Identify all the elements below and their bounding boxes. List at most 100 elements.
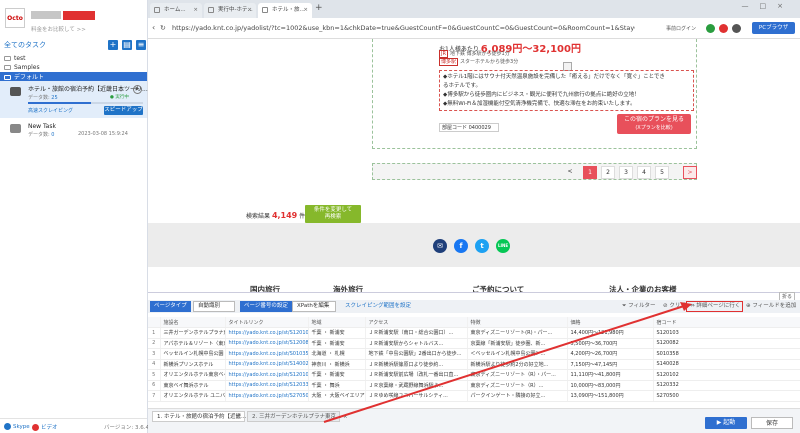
facebook-icon[interactable]: f [454, 239, 468, 253]
folder-default[interactable]: デフォルト [0, 72, 147, 81]
bottom-tab-2[interactable]: 2. 三井ガーデンホテルプラナ東京... × [247, 411, 348, 422]
run-button[interactable]: ▶ 起動 [705, 417, 747, 429]
tab-running[interactable]: 実行中-ホテ... × [204, 3, 256, 18]
table-row[interactable]: 2アパホテル＆リゾート〈東京ベイ潮...https://yado.knt.co.… [148, 338, 800, 349]
tab-hotel[interactable]: ホテル・旅... × [258, 3, 312, 18]
page-2[interactable]: 2 [601, 166, 615, 179]
line-icon[interactable]: LINE [496, 239, 510, 253]
page-3[interactable]: 3 [619, 166, 633, 179]
add-task-icon[interactable]: + [108, 40, 118, 50]
url-input[interactable]: https://yado.knt.co.jp/yadolist/?tc=1002… [172, 22, 635, 35]
table-row[interactable]: 1三井ガーデンホテルプラナ東京ベイhttps://yado.knt.co.jp/… [148, 327, 800, 339]
table-cell: https://yado.knt.co.jp/st/S120332/?Gue..… [225, 380, 309, 391]
social-band [148, 223, 800, 267]
task-data-count: データ数: 25 [28, 95, 58, 101]
change-conditions-button[interactable]: 条件を変更して 再検索 [305, 205, 361, 223]
table-row[interactable]: 5 オリエンタルホテル東京ベイ https://yado.knt.co.jp/st/… [148, 369, 800, 381]
table-cell: 11,110円〜41,800円 [567, 369, 654, 381]
table-cell: 大阪 ・ 大阪ベイエリア [308, 390, 366, 402]
column-header[interactable]: アクセス [365, 317, 468, 328]
close-icon: × [343, 414, 348, 420]
tab-home[interactable]: ホーム... × [150, 3, 202, 18]
filter-button[interactable]: ⏷ フィルター [622, 301, 656, 312]
table-cell: https://yado.knt.co.jp/st/S120103/?Gue..… [225, 327, 309, 339]
all-tasks-label[interactable]: 全てのタスク [4, 40, 46, 50]
table-cell: 地下鉄「中島公園駅」2番出口から徒歩... [365, 348, 468, 360]
nav-domestic[interactable]: 国内旅行 [250, 284, 280, 292]
page-5[interactable]: 5 [655, 166, 669, 179]
sidebar-footer: Skype ビデオ バージョン: 3.6.4 [0, 418, 149, 433]
skype-link[interactable]: Skype [4, 423, 30, 430]
video-link[interactable]: ビデオ [32, 423, 58, 431]
sort-icon[interactable]: ≡ [136, 40, 146, 50]
prev-page[interactable]: < [563, 166, 577, 179]
column-header[interactable]: タイトルリンク [225, 317, 309, 328]
column-header[interactable]: 地域 [308, 317, 366, 328]
page-icon [262, 7, 268, 13]
task-item-hotel[interactable]: ホテル・旅館の宿泊予約【近畿日本ツーリ... ▶ データ数: 25 ● 実行中 … [0, 81, 148, 118]
upgrade-link[interactable]: 料金をお比較して >> [31, 25, 86, 33]
save-button[interactable]: 保存 [751, 417, 793, 429]
nav-corporate[interactable]: 法人・企業のお客様 [609, 284, 677, 292]
xpath-select[interactable]: XPathを編集 [292, 301, 336, 312]
table-row[interactable]: 4 新横浜プリンスホテル https://yado.knt.co.jp/st/S14… [148, 359, 800, 370]
address-bar: ‹ ↻ https://yado.knt.co.jp/yadolist/?tc=… [148, 18, 800, 39]
column-header[interactable]: 宿コード [653, 317, 800, 328]
pager-settings-button[interactable]: ページ番号の設定 [240, 301, 292, 312]
table-cell: 千葉 ・ 新浦安 [308, 369, 366, 381]
new-folder-icon[interactable]: ▤ [122, 40, 132, 50]
data-preview-panel: 折る ページタイプ 自動識別 ページ番号の設定 XPathを編集 スクレイピング… [148, 292, 800, 408]
page-1[interactable]: 1 [583, 166, 597, 179]
page-icon [154, 7, 160, 13]
page-4[interactable]: 4 [637, 166, 651, 179]
clear-button[interactable]: ⊘ クリア [663, 301, 686, 312]
mail-icon[interactable]: ✉ [433, 239, 447, 253]
table-row[interactable]: 7オリエンタルホテル ユニバーサル・...https://yado.knt.co… [148, 390, 800, 402]
web-page: お1人様あたり 6,089円〜32,100円 JR 地下鉄 博多駅から徒歩1分 博… [148, 39, 800, 292]
column-header[interactable] [148, 317, 161, 328]
nav-reservation[interactable]: ご予約について [472, 284, 524, 292]
next-page[interactable]: > [683, 166, 697, 179]
folder-test[interactable]: test [4, 55, 26, 64]
column-header[interactable]: 価格 [567, 317, 654, 328]
close-icon: × [303, 7, 308, 13]
table-cell: ＜ベッセルイン札幌中島公園＞... [467, 348, 568, 360]
add-field-button[interactable]: ⊕ フィールドを追加 [746, 301, 796, 312]
table-cell: ＪＲゆめ咲線ユニバーサルシティ... [365, 390, 468, 402]
table-cell: ＪＲ新横浜駅篠原口より徒歩約... [365, 359, 468, 370]
back-icon[interactable]: ‹ [152, 23, 155, 32]
table-cell: 4,200円〜26,700円 [567, 348, 654, 360]
table-row[interactable]: 6 東京ベイ舞浜ホテル https://yado.knt.co.jp/st/S120… [148, 380, 800, 391]
nav-overseas[interactable]: 海外旅行 [333, 284, 363, 292]
view-plan-button[interactable]: この宿のプランを見る (Xプランを比較) [617, 114, 691, 134]
table-cell: 北海道 ・ 札幌 [308, 348, 366, 360]
page-type-select[interactable]: 自動識別 [193, 301, 235, 312]
table-row[interactable]: 3 ベッセルイン札幌中島公園 https://yado.knt.co.jp/st/S… [148, 348, 800, 360]
record-icon[interactable] [719, 24, 728, 33]
bottom-tab-1[interactable]: 1. ホテル・旅館の宿泊予約【近畿... × [152, 411, 253, 422]
column-header[interactable]: 施設名 [160, 317, 226, 328]
new-tab-icon[interactable]: + [315, 3, 323, 13]
play-icon[interactable]: ▶ [133, 85, 142, 94]
sidebar: Octo 料金をお比較して >> 全てのタスク + ▤ ≡ test Sampl… [0, 0, 149, 433]
hotel-card[interactable]: お1人様あたり 6,089円〜32,100円 JR 地下鉄 博多駅から徒歩1分 博… [372, 39, 697, 149]
table-cell: 1 [148, 327, 161, 339]
task-item-new[interactable]: New Task データ数: 0 2023-03-08 15:9:24 [0, 120, 147, 142]
task-status: ● 実行中 [110, 95, 129, 100]
window-controls[interactable]: —□× [742, 2, 794, 10]
speed-up-button[interactable]: スピードアップ [104, 106, 143, 115]
pre-login-link[interactable]: 事前ログイン [666, 25, 696, 32]
reload-icon[interactable]: ↻ [160, 24, 166, 32]
twitter-icon[interactable]: t [475, 239, 489, 253]
page-icon [208, 7, 214, 13]
table-cell: 5 [148, 369, 161, 381]
scrape-range-link[interactable]: スクレイピング範囲を設定 [345, 301, 411, 312]
table-cell: ＪＲ新浦安駅からシャトルバス... [365, 338, 468, 349]
settings-icon[interactable] [732, 24, 741, 33]
column-header[interactable]: 特徴 [467, 317, 568, 328]
close-icon: × [193, 7, 198, 13]
page-type-button[interactable]: ページタイプ [150, 301, 191, 312]
pc-browser-select[interactable]: PCブラウザ [752, 22, 795, 34]
fast-scrape-link[interactable]: 高速スクレイピング [28, 107, 73, 114]
table-cell: S140028 [653, 359, 800, 370]
